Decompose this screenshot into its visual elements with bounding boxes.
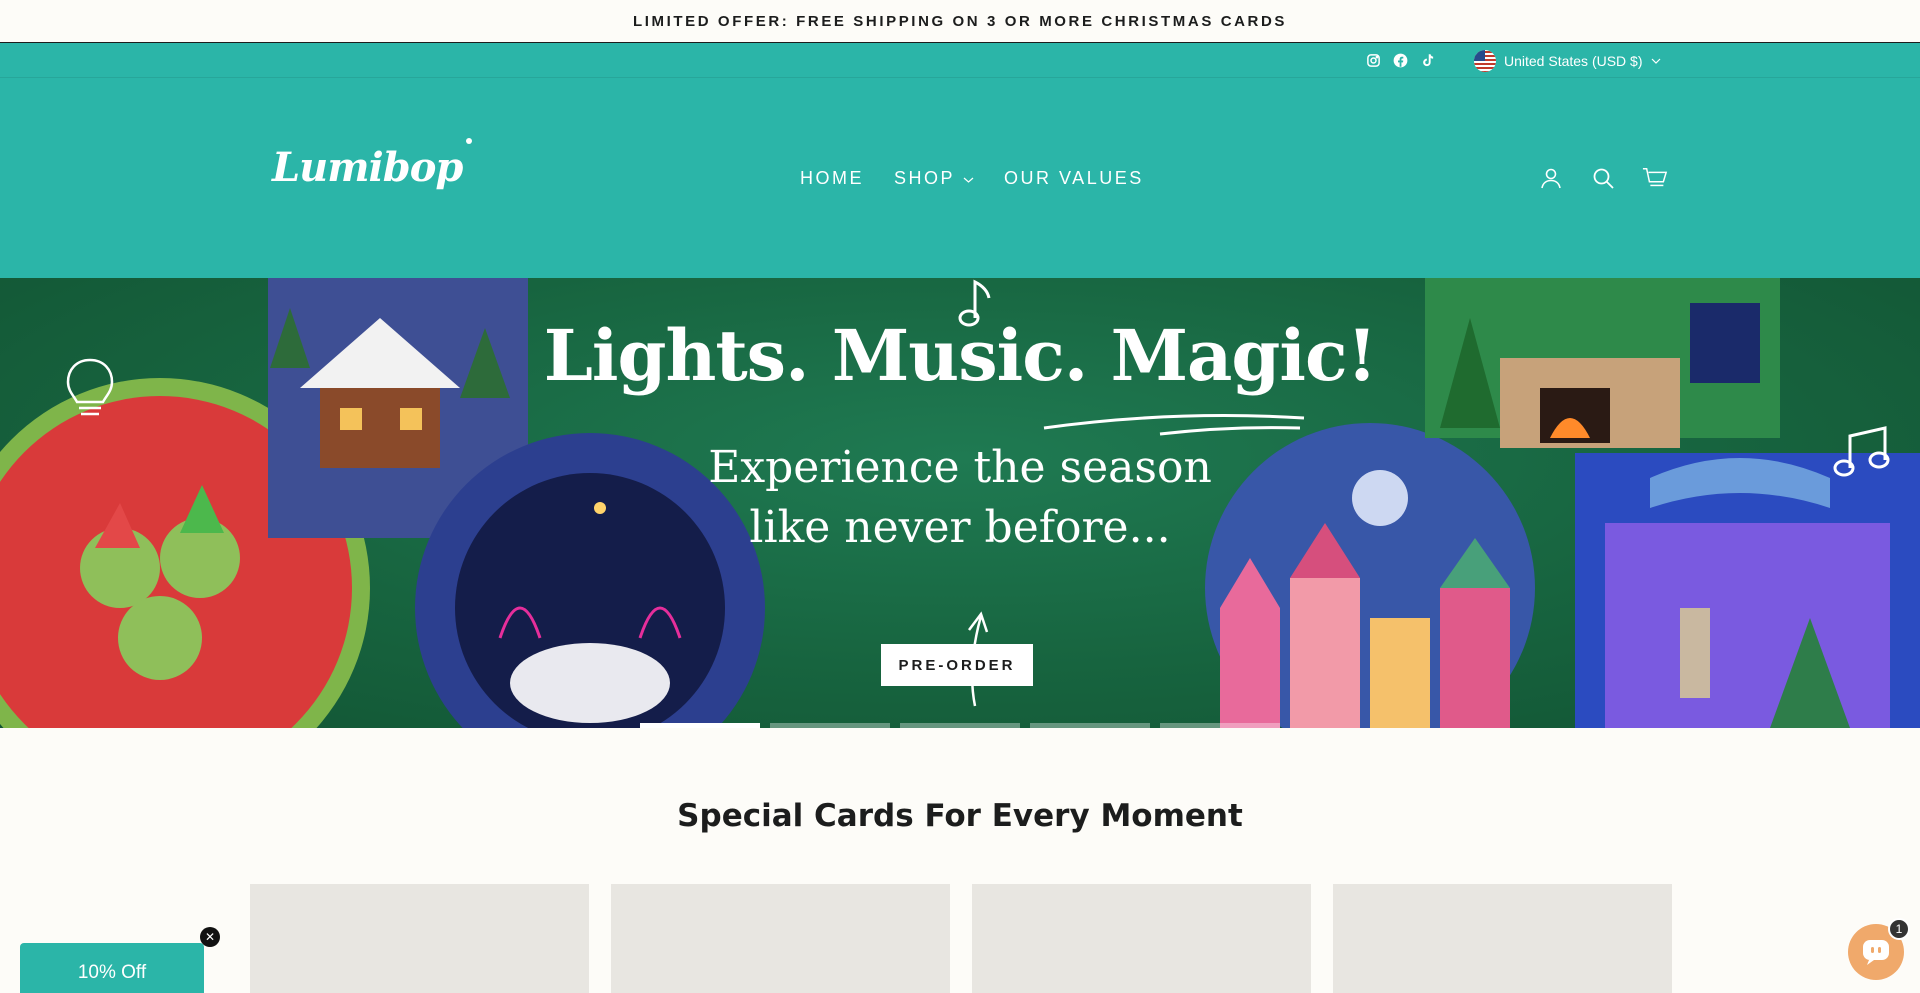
discount-offer-label: 10% Off (77, 962, 147, 983)
slide-dot-1[interactable] (640, 723, 760, 728)
nav-shop-label: SHOP (894, 167, 956, 188)
hero-banner[interactable]: Lights. Music. Magic! Experience the sea… (0, 278, 1920, 728)
nav-our-values[interactable]: OUR VALUES (1004, 168, 1144, 189)
hero-subtitle: Experience the season like never before.… (0, 438, 1920, 558)
hero-subtitle-line2: like never before... (749, 502, 1171, 553)
utility-bar: United States (USD $) (0, 43, 1920, 78)
chevron-down-icon (963, 168, 974, 189)
tiktok-icon[interactable] (1420, 53, 1435, 68)
nav-home-label: HOME (800, 167, 864, 188)
main-nav: HOME SHOP OUR VALUES (800, 78, 1144, 278)
nav-our-values-label: OUR VALUES (1004, 167, 1144, 188)
site-header: Lumibop HOME SHOP OUR VALUES (0, 78, 1920, 278)
hero-subtitle-line1: Experience the season (708, 442, 1212, 493)
nav-home[interactable]: HOME (800, 168, 864, 189)
close-icon[interactable]: ✕ (200, 927, 220, 947)
product-card[interactable] (611, 884, 950, 993)
facebook-icon[interactable] (1393, 53, 1408, 68)
logo-text: Lumibop (272, 144, 463, 191)
us-flag-icon (1474, 49, 1496, 72)
chat-icon (1863, 940, 1889, 965)
user-icon[interactable] (1538, 165, 1564, 191)
section-title: Special Cards For Every Moment (677, 798, 1243, 834)
country-selector[interactable]: United States (USD $) (1474, 43, 1661, 78)
search-icon[interactable] (1590, 165, 1616, 191)
site-logo[interactable]: Lumibop (272, 138, 473, 191)
slide-dot-2[interactable] (770, 723, 890, 728)
social-links (1366, 43, 1435, 78)
preorder-button[interactable]: PRE-ORDER (881, 644, 1033, 686)
hero-title: Lights. Music. Magic! (543, 314, 1378, 397)
product-card[interactable] (972, 884, 1311, 993)
product-card[interactable] (250, 884, 589, 993)
announcement-bar: LIMITED OFFER: FREE SHIPPING ON 3 OR MOR… (0, 0, 1920, 43)
slide-dot-5[interactable] (1160, 723, 1280, 728)
card-grid (250, 884, 1672, 993)
slide-dot-3[interactable] (900, 723, 1020, 728)
discount-offer-button[interactable]: 10% Off (20, 943, 204, 993)
nav-shop[interactable]: SHOP (894, 168, 974, 189)
announcement-text: LIMITED OFFER: FREE SHIPPING ON 3 OR MOR… (632, 12, 1288, 30)
title-underline (1043, 414, 1305, 436)
chat-badge: 1 (1888, 918, 1910, 940)
slide-indicators (640, 723, 1280, 728)
cart-icon[interactable] (1642, 165, 1668, 191)
country-label: United States (USD $) (1504, 52, 1643, 69)
instagram-icon[interactable] (1366, 53, 1381, 68)
header-actions (1538, 78, 1668, 278)
slide-dot-4[interactable] (1030, 723, 1150, 728)
chevron-down-icon (1651, 53, 1661, 69)
product-card[interactable] (1333, 884, 1672, 993)
